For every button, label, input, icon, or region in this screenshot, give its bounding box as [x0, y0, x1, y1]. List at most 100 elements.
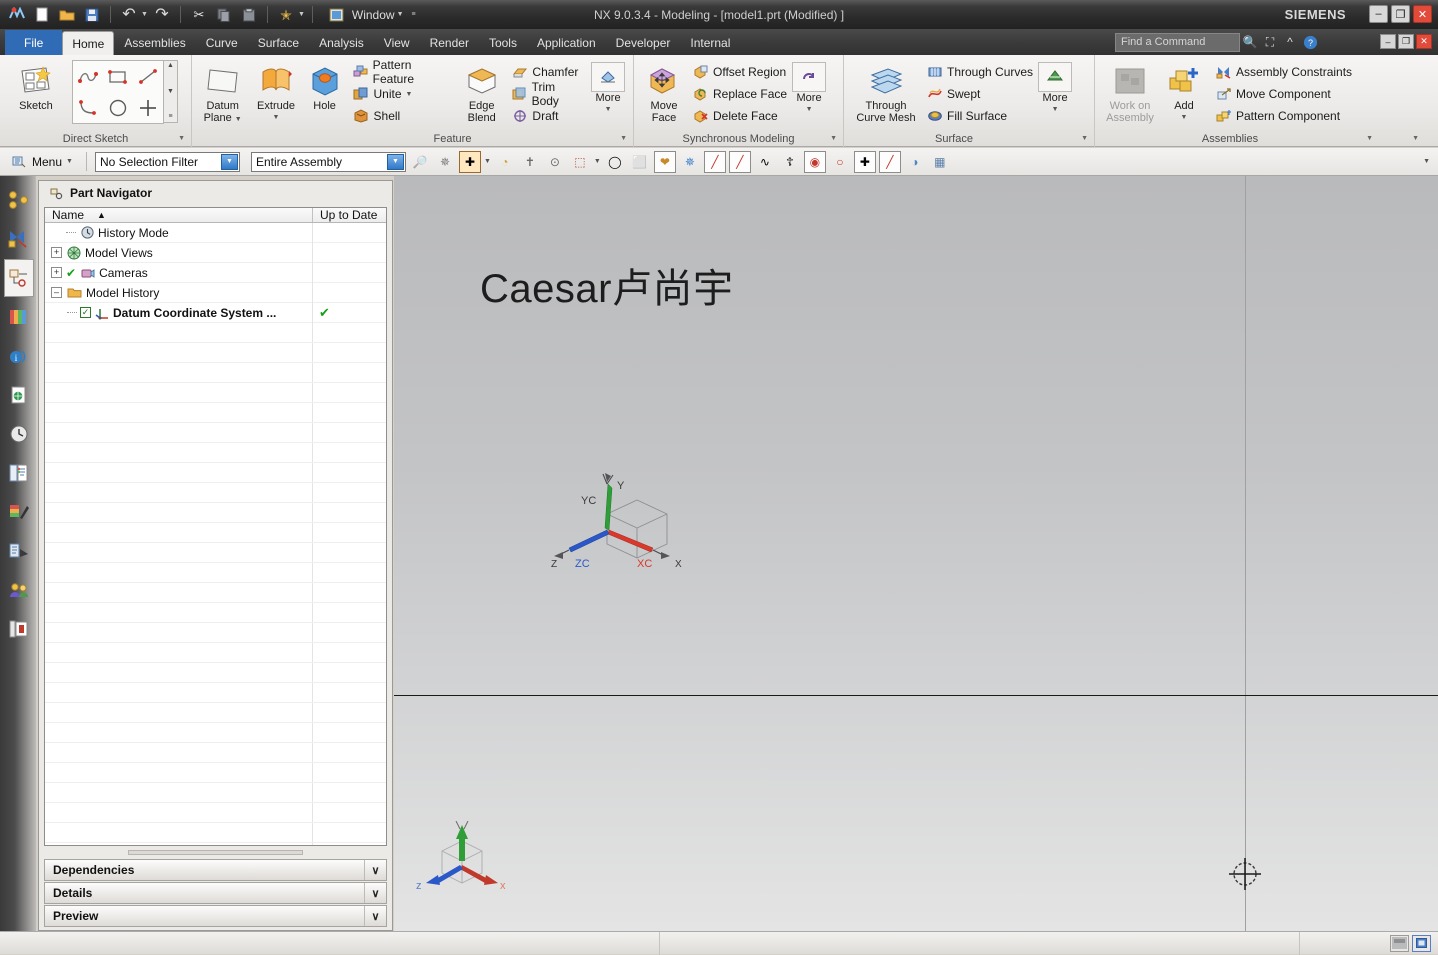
panel-splitter[interactable]: [45, 848, 386, 857]
draft-button[interactable]: Draft: [511, 105, 583, 127]
work-on-assembly-button[interactable]: Work on Assembly: [1099, 59, 1161, 124]
search-icon[interactable]: 🔍: [1240, 32, 1260, 52]
splitter-grip[interactable]: [128, 850, 303, 855]
gallery-more-icon[interactable]: ≡: [164, 112, 177, 122]
expand-icon[interactable]: +: [51, 247, 62, 258]
circle-icon[interactable]: [103, 92, 133, 123]
hd3d-tools-icon[interactable]: i: [4, 337, 34, 375]
sort-ascending-icon[interactable]: ▲: [97, 210, 106, 220]
help-icon[interactable]: ?: [1300, 32, 1320, 52]
tab-view[interactable]: View: [374, 31, 420, 55]
tab-analysis[interactable]: Analysis: [309, 31, 374, 55]
more-sync-button[interactable]: More ▼: [787, 59, 831, 116]
fill-surface-button[interactable]: Fill Surface: [926, 105, 1033, 127]
extrude-button[interactable]: Extrude ▼: [249, 59, 302, 124]
bounding-box-icon[interactable]: ◑: [904, 151, 926, 173]
feature-suppress-checkbox[interactable]: ✓: [80, 307, 91, 318]
intersection-icon[interactable]: ☦: [779, 151, 801, 173]
render-style-icon[interactable]: [1390, 934, 1409, 952]
move-object-icon[interactable]: ❤: [653, 150, 676, 173]
swept-button[interactable]: Swept: [926, 83, 1033, 105]
tab-tools[interactable]: Tools: [479, 31, 527, 55]
tab-assemblies[interactable]: Assemblies: [114, 31, 195, 55]
favorites-icon[interactable]: ✭: [275, 4, 297, 25]
face-select-icon[interactable]: ◯: [604, 151, 626, 173]
pattern-feature-button[interactable]: Pattern Feature: [353, 58, 452, 86]
arc-center-icon[interactable]: ◉: [803, 150, 826, 173]
tab-surface[interactable]: Surface: [248, 31, 309, 55]
tree-row-history-mode[interactable]: History Mode: [45, 222, 386, 243]
point-on-curve-icon[interactable]: ✝: [519, 151, 541, 173]
nx-logo-icon[interactable]: [6, 4, 28, 25]
tab-curve[interactable]: Curve: [196, 31, 248, 55]
extrude-dropdown-icon[interactable]: ▼: [273, 112, 280, 124]
line-midpoint-icon[interactable]: ╱: [728, 150, 751, 173]
selection-priority-icon[interactable]: ✵: [434, 151, 456, 173]
reuse-library-icon[interactable]: [4, 298, 34, 336]
chevron-down-icon[interactable]: ∨: [364, 860, 386, 880]
history-icon[interactable]: [4, 415, 34, 453]
system-materials-icon[interactable]: [4, 493, 34, 531]
fullscreen-toggle-icon[interactable]: [1412, 934, 1431, 952]
details-panel-header[interactable]: Details ∨: [44, 882, 387, 904]
point-constructor-icon[interactable]: ✚: [853, 150, 876, 173]
datum-plane-button[interactable]: Datum Plane ▼: [196, 59, 249, 126]
process-studio-icon[interactable]: [4, 454, 34, 492]
datum-plane-dropdown-icon[interactable]: ▼: [235, 116, 242, 123]
more-surface-button[interactable]: More ▼: [1033, 59, 1077, 116]
column-header-up-to-date[interactable]: Up to Date: [313, 208, 386, 222]
assembly-constraints-button[interactable]: Assembly Constraints: [1215, 61, 1352, 83]
offset-region-button[interactable]: Offset Region: [692, 61, 787, 83]
line-endpoint-icon[interactable]: ╱: [703, 150, 726, 173]
paste-icon[interactable]: [238, 4, 260, 25]
tree-row-datum-csys[interactable]: ✓ Datum Coordinate System ... ✔: [45, 302, 386, 323]
redo-icon[interactable]: ↷: [151, 4, 173, 25]
corner-orientation-triad[interactable]: x z: [414, 821, 524, 901]
unite-dropdown-icon[interactable]: ▼: [406, 91, 413, 98]
selection-scope-combo[interactable]: Entire Assembly ▼: [250, 151, 406, 172]
sketch-button[interactable]: Sketch: [4, 59, 68, 112]
minimize-button[interactable]: –: [1369, 5, 1388, 23]
rectangle-icon[interactable]: [103, 61, 133, 92]
toolbar-overflow-icon[interactable]: ≡: [412, 11, 416, 18]
arc-icon[interactable]: [73, 92, 103, 123]
selection-filter-combo[interactable]: No Selection Filter ▼: [94, 151, 240, 172]
snap-point-dropdown-icon[interactable]: ▼: [484, 158, 491, 165]
tab-internal[interactable]: Internal: [680, 31, 740, 55]
point-on-face-icon[interactable]: ⊙: [544, 151, 566, 173]
graphics-viewport[interactable]: Caesar卢尚宇 Y YC ZC Z XC X x z: [394, 176, 1438, 931]
snap-point-icon[interactable]: ✚: [458, 150, 481, 173]
roles-icon[interactable]: [4, 571, 34, 609]
open-folder-icon[interactable]: [56, 4, 78, 25]
doc-minimize-button[interactable]: –: [1380, 34, 1396, 49]
move-face-button[interactable]: Move Face: [638, 59, 690, 124]
more-sync-dropdown-icon[interactable]: ▼: [806, 104, 813, 116]
tab-application[interactable]: Application: [527, 31, 606, 55]
surface-dialog-launcher[interactable]: ▼: [1081, 135, 1088, 142]
gallery-up-icon[interactable]: ▲: [164, 61, 177, 71]
transform-icon[interactable]: ✵: [679, 151, 701, 173]
through-curve-mesh-button[interactable]: Through Curve Mesh: [848, 59, 924, 124]
rectangle-select-icon[interactable]: ⬚: [569, 151, 591, 173]
tab-render[interactable]: Render: [420, 31, 479, 55]
shell-button[interactable]: Shell: [353, 105, 452, 127]
favorites-dropdown-icon[interactable]: ▼: [298, 11, 305, 18]
copy-icon[interactable]: [213, 4, 235, 25]
menu-button[interactable]: Menu ▼: [6, 153, 78, 170]
undo-dropdown-icon[interactable]: ▼: [141, 11, 148, 18]
quick-trim-icon[interactable]: [133, 92, 163, 123]
profile-icon[interactable]: [73, 61, 103, 92]
restore-button[interactable]: ❐: [1391, 5, 1410, 23]
collapse-icon[interactable]: –: [51, 287, 62, 298]
selection-scope-dropdown-icon[interactable]: ▼: [386, 153, 404, 170]
preview-panel-header[interactable]: Preview ∨: [44, 905, 387, 927]
doc-restore-button[interactable]: ❐: [1398, 34, 1414, 49]
assemblies-dialog-launcher[interactable]: ▼: [1366, 135, 1373, 142]
assembly-navigator-icon[interactable]: [4, 181, 34, 219]
through-curves-button[interactable]: Through Curves: [926, 61, 1033, 83]
chevron-down-icon[interactable]: ∨: [364, 906, 386, 926]
menu-dropdown-icon[interactable]: ▼: [66, 158, 73, 165]
line-icon[interactable]: [133, 61, 163, 92]
window-menu[interactable]: Window ▼ ≡: [326, 4, 416, 25]
solid-body-icon[interactable]: ⬜: [629, 151, 651, 173]
